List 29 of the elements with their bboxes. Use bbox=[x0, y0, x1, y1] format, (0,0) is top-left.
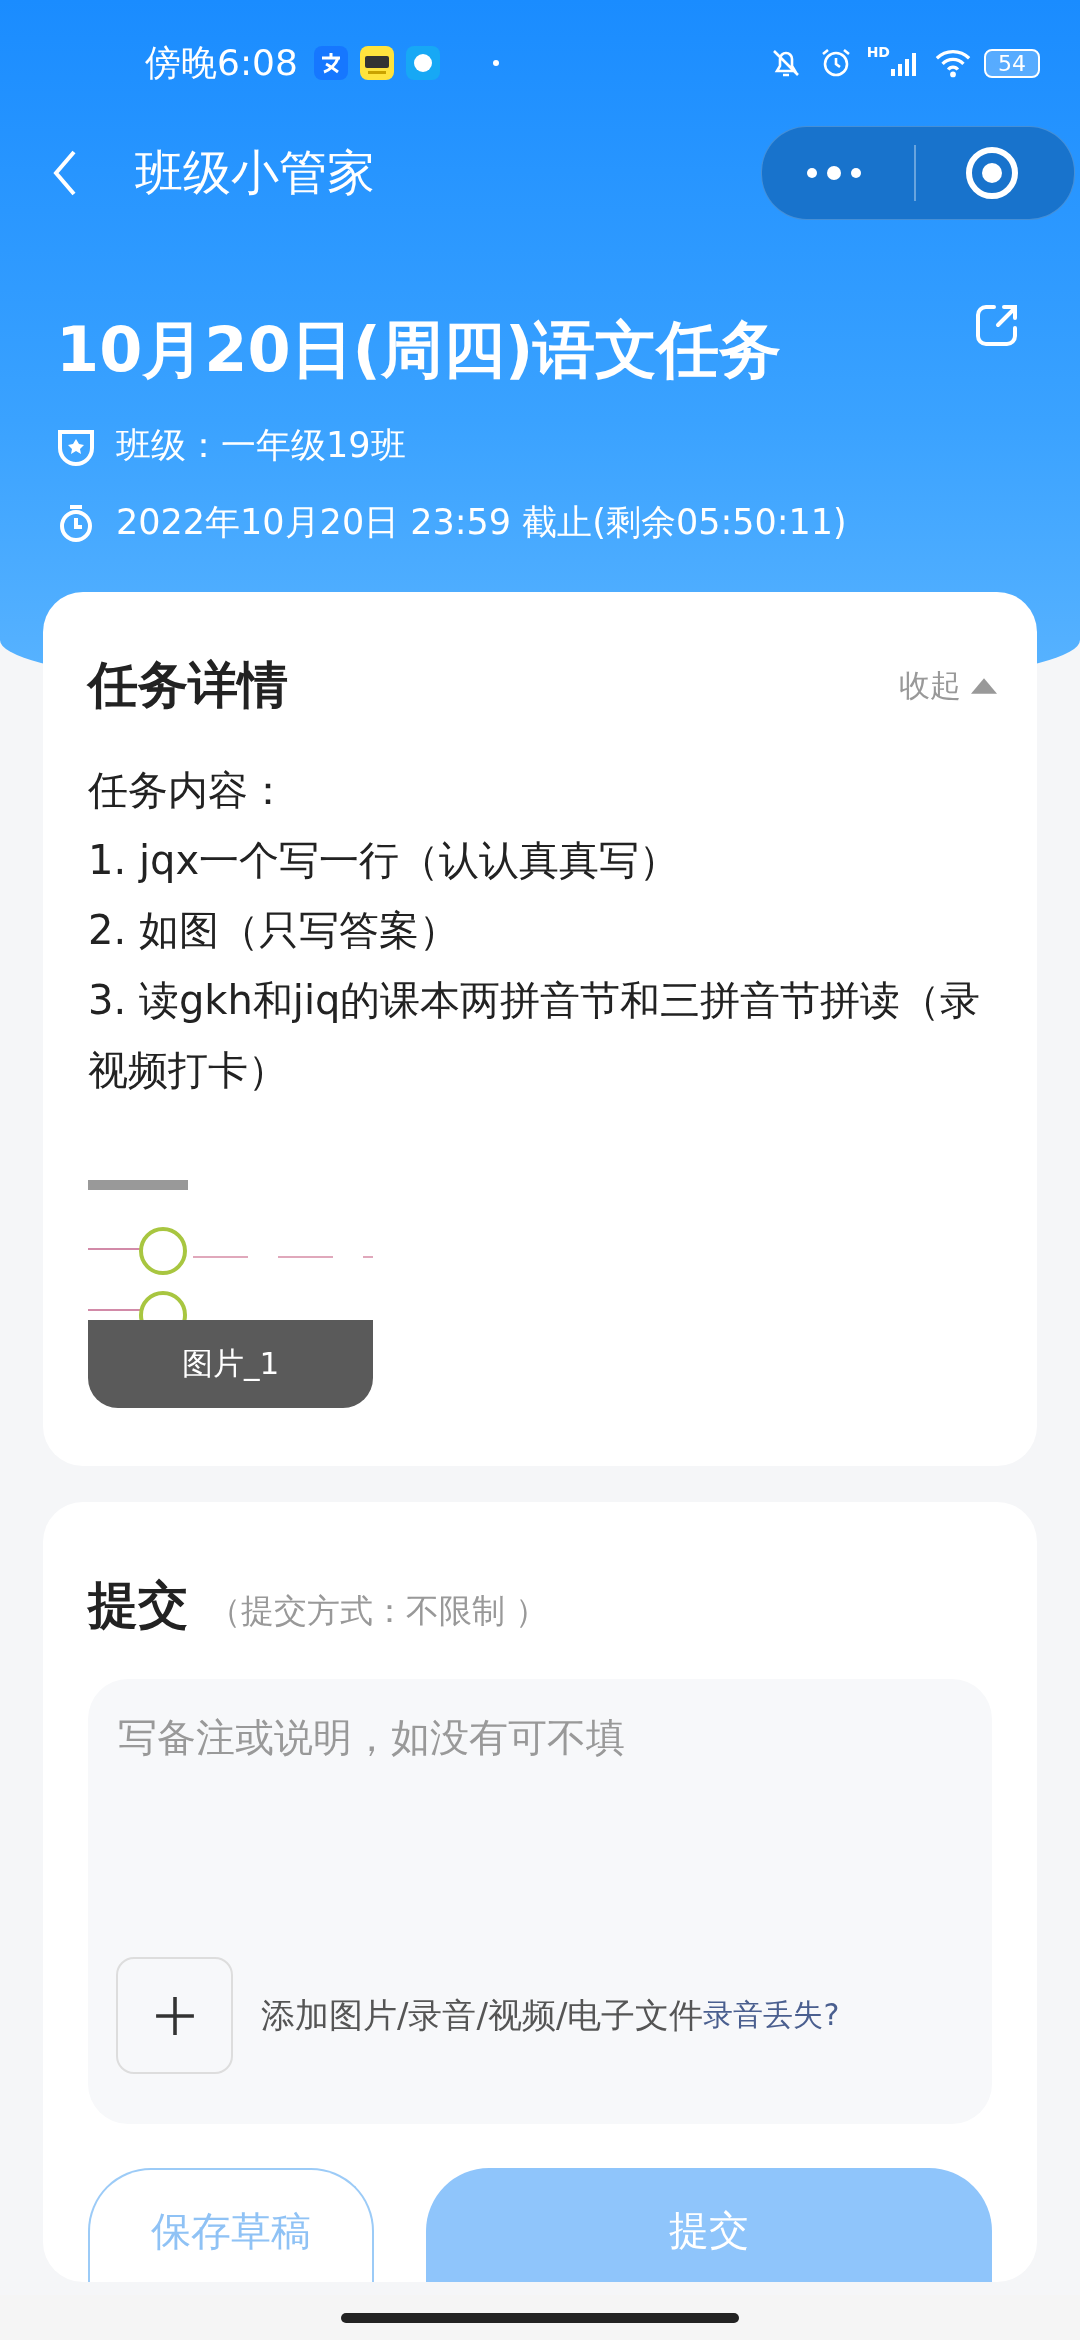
network-type-label: HD bbox=[866, 44, 890, 60]
app-notification-icon bbox=[313, 46, 348, 80]
save-draft-button[interactable]: 保存草稿 bbox=[88, 2168, 374, 2282]
app-notification-icon bbox=[405, 46, 440, 80]
battery-indicator: 54 bbox=[984, 48, 1040, 78]
plus-icon bbox=[153, 1994, 196, 2037]
deadline-text: 2022年10月20日 23:59 截止(剩余05:50:11) bbox=[116, 501, 847, 544]
task-content-line: 任务内容： bbox=[88, 766, 289, 815]
app-title: 班级小管家 bbox=[135, 143, 375, 202]
section-heading: 任务详情 bbox=[88, 655, 288, 716]
task-content-line: 3. 读gkh和jiq的课本两拼音节和三拼音节拼读（录视频打卡） bbox=[88, 976, 982, 1095]
home-indicator[interactable] bbox=[341, 2312, 739, 2323]
caret-up-icon bbox=[971, 677, 997, 694]
add-attachment-label: 添加图片/录音/视频/电子文件 bbox=[261, 1993, 704, 2037]
image-caption: 图片_1 bbox=[88, 1320, 373, 1408]
task-content-line: 2. 如图（只写答案） bbox=[88, 906, 460, 955]
section-heading: 提交 bbox=[88, 1575, 188, 1636]
submit-mode-text: （提交方式：不限制 ） bbox=[208, 1590, 549, 1632]
task-content-line: 1. jqx一个写一行（认认真真写） bbox=[88, 836, 681, 885]
app-notification-icon bbox=[359, 46, 394, 80]
more-notifications-icon bbox=[491, 59, 500, 67]
collapse-button[interactable]: 收起 bbox=[899, 664, 997, 707]
recording-lost-link[interactable]: 录音丢失? bbox=[703, 1995, 840, 2036]
more-icon[interactable] bbox=[804, 163, 864, 183]
class-label: 班级：一年级19班 bbox=[116, 424, 406, 467]
add-attachment-button[interactable] bbox=[116, 1957, 233, 2074]
status-time: 傍晚6:08 bbox=[145, 40, 298, 85]
note-field[interactable]: 写备注或说明，如没有可不填 添加图片/录音/视频/电子文件录音丢失? bbox=[88, 1679, 992, 2124]
task-title: 10月20日(周四)语文任务 bbox=[56, 312, 782, 388]
